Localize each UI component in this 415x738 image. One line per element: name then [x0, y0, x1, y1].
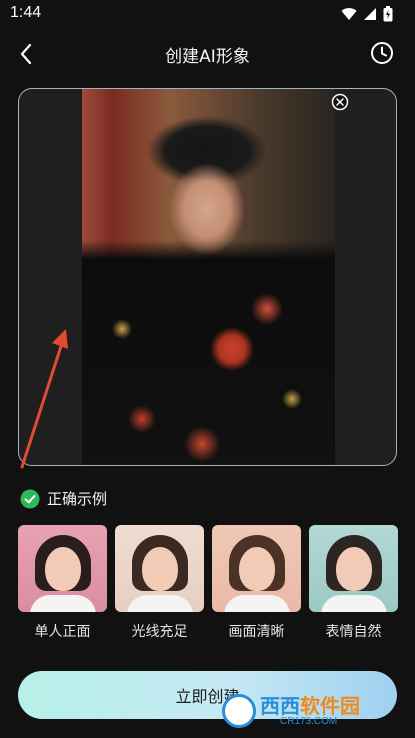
examples-list: 单人正面 光线充足 画面清晰 表情自然 — [18, 525, 398, 641]
watermark-text: 西西软件园 — [260, 694, 360, 718]
example-card: 表情自然 — [309, 525, 398, 641]
example-image — [115, 525, 204, 612]
upload-frame[interactable] — [18, 88, 397, 466]
examples-title: 正确示例 — [47, 490, 108, 508]
header: 创建AI形象 — [0, 34, 415, 74]
watermark-url: CR173.COM — [280, 716, 338, 727]
example-caption: 单人正面 — [34, 624, 91, 640]
wifi-icon — [341, 8, 357, 20]
remove-photo-button[interactable] — [331, 93, 349, 111]
photo-pattern — [82, 269, 335, 465]
uploaded-photo — [82, 89, 335, 465]
example-card: 画面清晰 — [212, 525, 301, 641]
watermark-circle-icon — [222, 694, 256, 728]
example-caption: 光线充足 — [131, 624, 188, 640]
status-bar: 1:44 — [0, 0, 415, 28]
page-title: 创建AI形象 — [165, 47, 250, 67]
example-card: 单人正面 — [18, 525, 107, 641]
battery-icon — [383, 6, 393, 22]
screen: 1:44 创建AI形象 正确示例 单人正面 光线充足 画面清晰 表情自然 立即创… — [0, 0, 415, 738]
example-card: 光线充足 — [115, 525, 204, 641]
watermark-logo: 西西软件园 CR173.COM — [222, 688, 398, 732]
close-circle-icon — [331, 93, 349, 111]
status-icons — [341, 6, 393, 22]
status-time: 1:44 — [10, 4, 42, 21]
clock-icon — [371, 42, 393, 64]
check-circle-icon — [20, 489, 40, 508]
signal-icon — [364, 8, 376, 20]
example-image — [212, 525, 301, 612]
example-caption: 画面清晰 — [228, 624, 285, 640]
example-image — [18, 525, 107, 612]
example-caption: 表情自然 — [325, 624, 382, 640]
example-image — [309, 525, 398, 612]
history-button[interactable] — [369, 40, 395, 66]
examples-heading: 正确示例 — [20, 488, 107, 509]
